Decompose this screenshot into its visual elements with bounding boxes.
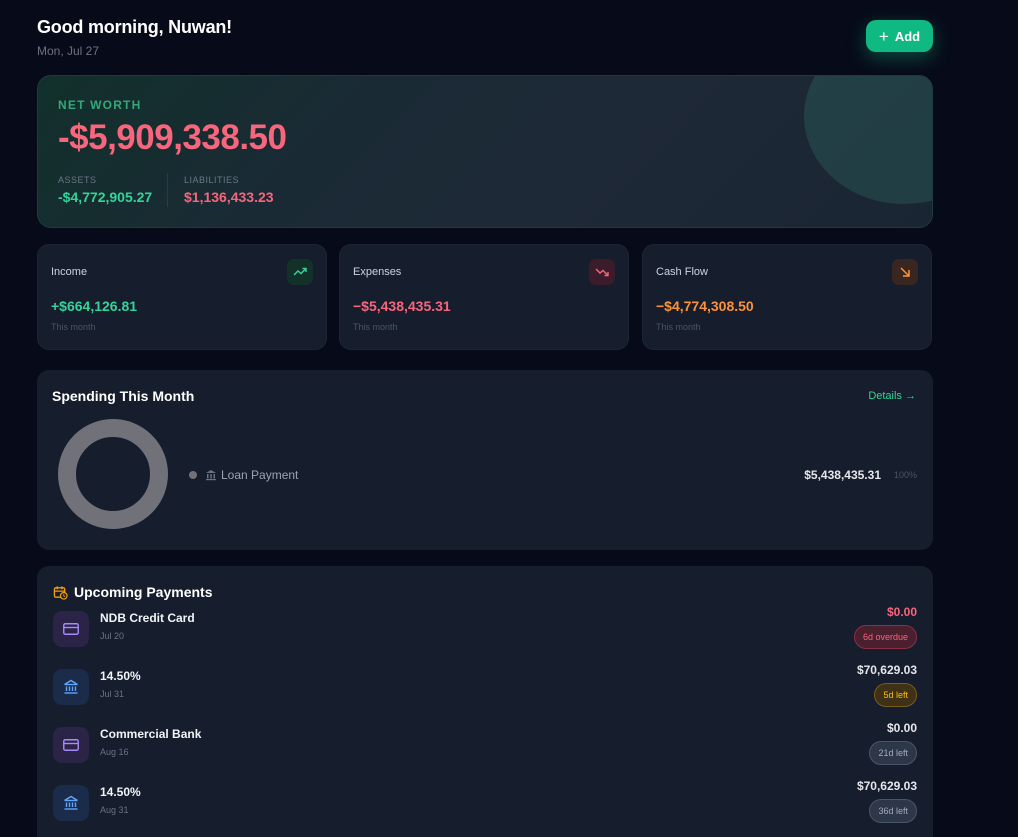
legend-amount: $5,438,435.31 <box>804 468 881 482</box>
liabilities-label: LIABILITIES <box>184 175 240 185</box>
dashboard-page: Good morning, Nuwan! Mon, Jul 27 + Add N… <box>0 0 1018 837</box>
status-badge: 36d left <box>869 799 917 823</box>
assets-value: -$4,772,905.27 <box>58 189 153 205</box>
divider <box>167 173 168 207</box>
upcoming-payments-title: Upcoming Payments <box>53 584 212 600</box>
arrow-down-right-icon <box>892 259 918 285</box>
payment-amount: $70,629.03 <box>856 663 917 677</box>
calendar-clock-icon <box>53 585 68 600</box>
liabilities-summary: LIABILITIES $1,136,433.23 <box>184 175 274 205</box>
cash-flow-card[interactable]: Cash Flow −$4,774,308.50 This month <box>642 244 932 350</box>
expenses-value: −$5,438,435.31 <box>353 298 451 314</box>
assets-label: ASSETS <box>58 175 97 185</box>
legend-category: Loan Payment <box>205 468 298 482</box>
payment-item[interactable]: NDB Credit Card Jul 20 $0.00 6d overdue <box>53 605 917 651</box>
legend-dot <box>189 471 197 479</box>
income-value: +$664,126.81 <box>51 298 138 314</box>
spending-title: Spending This Month <box>52 388 195 404</box>
status-badge: 5d left <box>874 683 917 707</box>
status-badge: 21d left <box>869 741 917 765</box>
assets-summary: ASSETS -$4,772,905.27 <box>58 175 152 205</box>
payment-date: Aug 31 <box>100 805 129 815</box>
spending-donut-chart <box>58 419 168 529</box>
payment-date: Jul 20 <box>100 631 125 641</box>
payment-date: Aug 16 <box>100 747 129 757</box>
income-period: This month <box>51 322 96 332</box>
expenses-period: This month <box>353 322 398 332</box>
plus-icon: + <box>878 26 889 46</box>
payment-amount: $0.00 <box>886 605 917 619</box>
net-worth-card: NET WORTH -$5,909,338.50 ASSETS -$4,772,… <box>37 75 933 228</box>
payment-name: 14.50% <box>100 785 141 799</box>
payment-item[interactable]: Commercial Bank Aug 16 $0.00 21d left <box>53 721 917 767</box>
greeting-title: Good morning, Nuwan! <box>37 17 232 37</box>
payment-item[interactable]: 14.50% Aug 31 $70,629.03 36d left <box>53 779 917 825</box>
details-link[interactable]: Details → <box>868 390 916 402</box>
bank-icon <box>53 785 89 821</box>
donut-segment-loan-payment <box>58 419 168 529</box>
decorative-circle <box>804 76 932 204</box>
credit-card-icon <box>53 727 89 763</box>
liabilities-value: $1,136,433.23 <box>184 189 274 205</box>
trending-down-icon <box>589 259 615 285</box>
credit-card-icon <box>53 611 89 647</box>
current-date: Mon, Jul 27 <box>37 44 100 58</box>
payment-item[interactable]: 14.50% Jul 31 $70,629.03 5d left <box>53 663 917 709</box>
income-card[interactable]: Income +$664,126.81 This month <box>37 244 327 350</box>
add-button[interactable]: + Add <box>866 20 933 52</box>
cash-flow-period: This month <box>656 322 701 332</box>
expenses-title: Expenses <box>353 266 402 278</box>
legend-category-label: Loan Payment <box>221 468 299 482</box>
payment-name: Commercial Bank <box>100 727 202 741</box>
bank-icon <box>53 669 89 705</box>
net-worth-label: NET WORTH <box>58 98 142 112</box>
expenses-card[interactable]: Expenses −$5,438,435.31 This month <box>339 244 629 350</box>
payment-name: 14.50% <box>100 669 141 683</box>
payment-amount: $0.00 <box>886 721 917 735</box>
payment-amount: $70,629.03 <box>856 779 917 793</box>
upcoming-payments-label: Upcoming Payments <box>74 584 213 600</box>
trending-up-icon <box>287 259 313 285</box>
add-button-label: Add <box>894 28 921 44</box>
upcoming-payments-card: Upcoming Payments NDB Credit Card Jul 20… <box>37 566 933 837</box>
payment-name: NDB Credit Card <box>100 611 195 625</box>
income-title: Income <box>51 266 88 278</box>
cash-flow-title: Cash Flow <box>656 266 708 278</box>
bank-icon <box>206 470 216 481</box>
cash-flow-value: −$4,774,308.50 <box>656 298 754 314</box>
spending-legend-row[interactable]: Loan Payment $5,438,435.31 100% <box>189 467 917 483</box>
spending-card: Spending This Month Details → Loan Payme… <box>37 370 933 550</box>
legend-percent: 100% <box>893 470 917 480</box>
status-badge: 6d overdue <box>853 625 917 649</box>
net-worth-value: -$5,909,338.50 <box>58 118 287 157</box>
payment-date: Jul 31 <box>100 689 125 699</box>
